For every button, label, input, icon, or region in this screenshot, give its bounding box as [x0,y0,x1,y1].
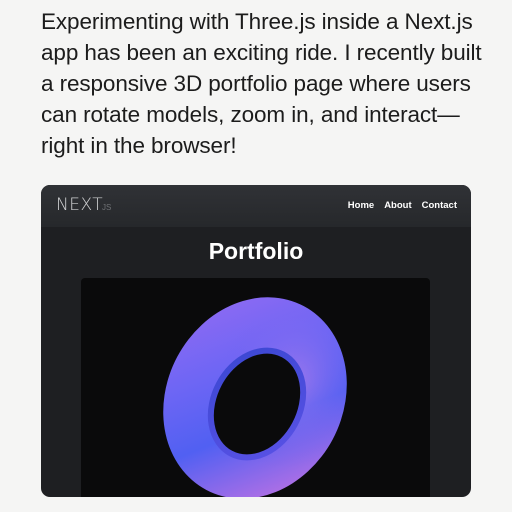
nav-contact-link[interactable]: Contact [422,200,457,211]
nav-home-link[interactable]: Home [348,200,374,211]
nav-menu: Home About Contact [348,200,457,211]
nextjs-logo-sub: JS [102,203,112,212]
portfolio-app-screenshot: NEXT JS Home About Contact Portfolio [41,185,471,497]
page-title: Portfolio [208,238,304,264]
nav-about-link[interactable]: About [384,200,411,211]
torus-model[interactable] [81,278,430,497]
post-text: Experimenting with Three.js inside a Nex… [41,9,482,158]
app-navbar: NEXT JS Home About Contact [41,185,471,227]
nextjs-logo[interactable]: NEXT [56,195,103,215]
3d-viewer-canvas[interactable] [81,278,430,497]
torus-body [163,297,347,497]
